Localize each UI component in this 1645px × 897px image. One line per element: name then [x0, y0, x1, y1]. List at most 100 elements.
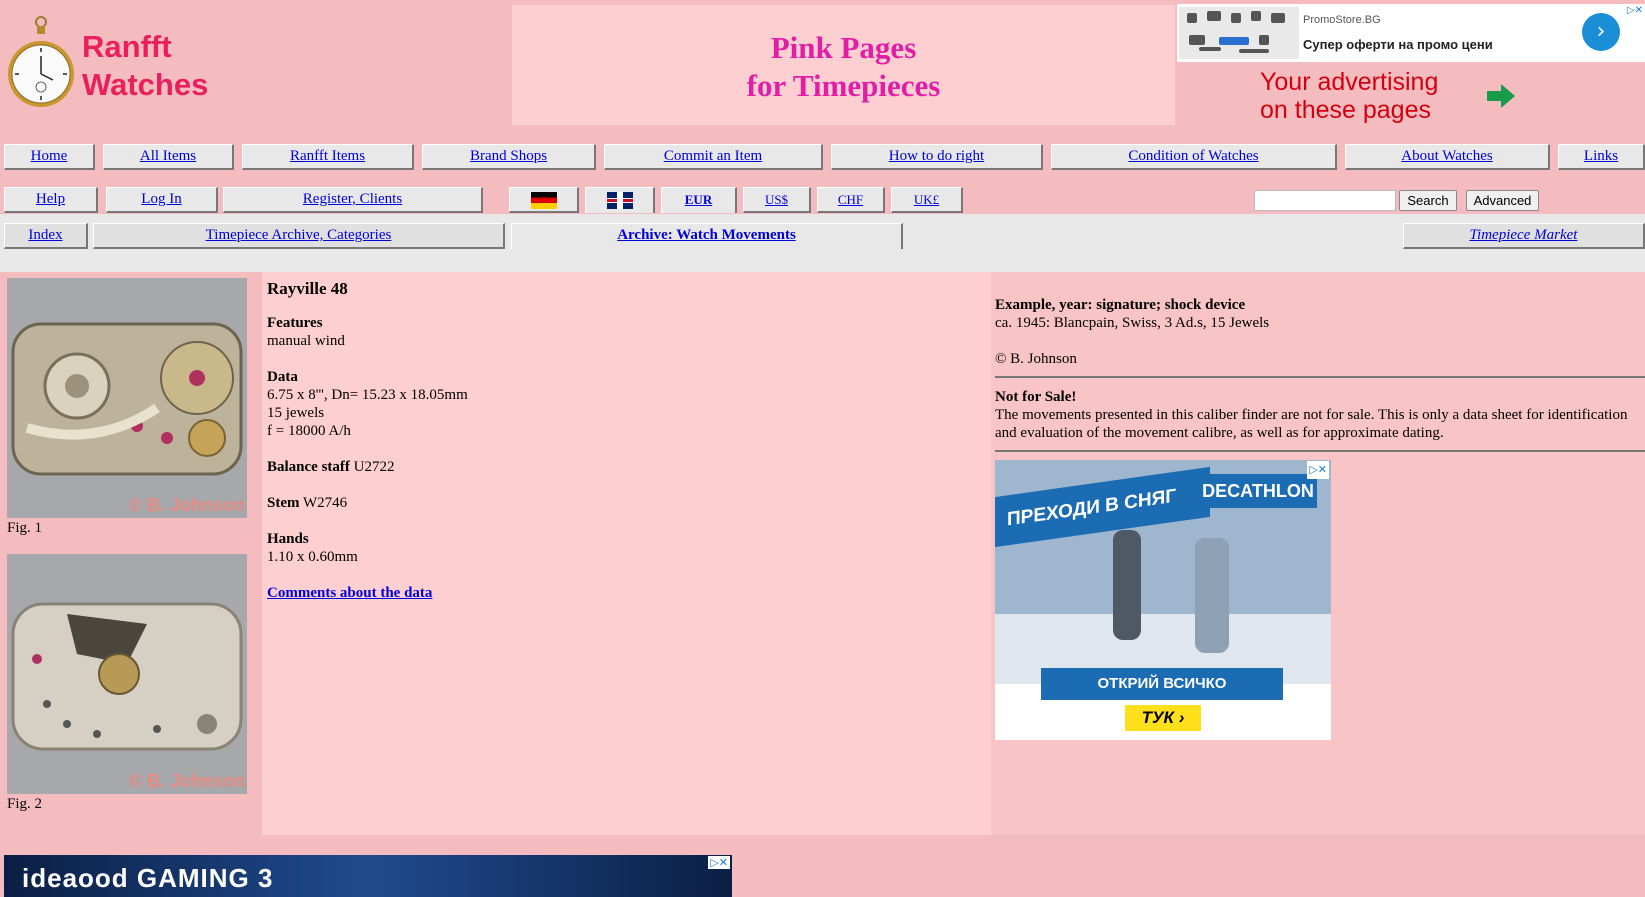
ad-brand: PromoStore.BG — [1303, 14, 1381, 26]
tab-condition-of-watches[interactable]: Condition of Watches — [1051, 144, 1337, 170]
currency-ukp-link[interactable]: UK£ — [914, 192, 939, 207]
example-text: ca. 1945: Blancpain, Swiss, 3 Ad.s, 15 J… — [995, 315, 1270, 331]
data-label: Data — [267, 369, 298, 385]
tab-register-clients-link[interactable]: Register, Clients — [303, 191, 402, 207]
figure-1-caption: Fig. 1 — [7, 520, 43, 536]
ad-person-2 — [1195, 538, 1229, 653]
advanced-search-button[interactable]: Advanced — [1466, 190, 1539, 211]
balance-staff-label: Balance staff — [267, 459, 350, 475]
site-title-line-2: for Timepieces — [746, 68, 941, 103]
figure-2-watermark: © B. Johnson — [128, 771, 245, 791]
brand-line-1: Ranfft — [82, 29, 172, 64]
tab-index[interactable]: Index — [4, 223, 88, 249]
currency-eur-link[interactable]: EUR — [685, 192, 712, 207]
green-arrow-icon[interactable] — [1487, 84, 1515, 108]
tab-login[interactable]: Log In — [106, 187, 218, 213]
ad-headline[interactable]: Супер оферти на промо цени — [1303, 37, 1493, 52]
tab-help-link[interactable]: Help — [36, 191, 65, 207]
tab-commit-item-link[interactable]: Commit an Item — [664, 148, 762, 164]
uk-flag-icon[interactable] — [606, 192, 633, 209]
ad-choices-close-icon[interactable]: ▷✕ — [1627, 5, 1643, 16]
tab-links[interactable]: Links — [1558, 144, 1645, 170]
pocket-watch-logo — [8, 16, 74, 107]
figure-1-image[interactable]: © B. Johnson — [7, 278, 247, 518]
tab-home[interactable]: Home — [4, 144, 95, 170]
tab-archive-categories-link[interactable]: Timepiece Archive, Categories — [206, 227, 392, 243]
german-flag-icon[interactable] — [530, 192, 557, 209]
tab-about-watches[interactable]: About Watches — [1345, 144, 1550, 170]
tab-links-link[interactable]: Links — [1584, 148, 1618, 164]
tab-currency-usd[interactable]: US$ — [743, 187, 811, 213]
tab-archive-categories[interactable]: Timepiece Archive, Categories — [93, 223, 505, 249]
tab-commit-item[interactable]: Commit an Item — [604, 144, 823, 170]
ad-cta-button[interactable]: ТУК › — [1125, 705, 1201, 731]
example-label: Example, year: signature; shock device — [995, 297, 1246, 313]
balance-staff-value: U2722 — [353, 459, 395, 475]
stem-label: Stem — [267, 495, 300, 511]
features-value: manual wind — [267, 333, 345, 349]
tab-about-watches-link[interactable]: About Watches — [1401, 148, 1492, 164]
ad-close-icon[interactable]: ▷✕ — [1307, 461, 1329, 479]
tab-how-to-do-right[interactable]: How to do right — [831, 144, 1043, 170]
movement-name: Rayville 48 — [267, 279, 348, 298]
currency-usd-link[interactable]: US$ — [765, 192, 788, 207]
not-for-sale-text: The movements presented in this caliber … — [995, 407, 1628, 441]
bottom-ad-close-icon[interactable]: ▷✕ — [708, 856, 730, 869]
tab-german-language[interactable] — [509, 187, 579, 213]
tab-currency-chf[interactable]: CHF — [817, 187, 885, 213]
tab-condition-of-watches-link[interactable]: Condition of Watches — [1128, 148, 1258, 164]
tab-register-clients[interactable]: Register, Clients — [223, 187, 483, 213]
advertising-line-1: Your advertising — [1260, 68, 1439, 96]
advertising-offer[interactable]: Your advertising on these pages — [1260, 68, 1438, 124]
features-label: Features — [267, 315, 323, 331]
tab-login-link[interactable]: Log In — [141, 191, 181, 207]
example-copyright: © B. Johnson — [995, 351, 1077, 367]
data-jewels: 15 jewels — [267, 405, 325, 421]
bottom-advertisement[interactable]: ideaood GAMING 3 ▷✕ — [4, 855, 732, 897]
comments-link[interactable]: Comments about the data — [267, 585, 432, 601]
ad-person-1 — [1113, 530, 1141, 640]
site-title-line-1: Pink Pages — [770, 30, 917, 65]
data-block: Data 6.75 x 8''', Dn= 15.23 x 18.05mm 15… — [267, 368, 986, 440]
figure-2-image[interactable]: © B. Johnson — [7, 554, 247, 794]
hands-block: Hands 1.10 x 0.60mm — [267, 530, 986, 566]
data-frequency: f = 18000 A/h — [267, 423, 351, 439]
hands-value: 1.10 x 0.60mm — [267, 549, 358, 565]
figures-column: © B. Johnson Fig. 1 © B. Johnson Fig. 2 — [4, 272, 260, 835]
tab-currency-ukp[interactable]: UK£ — [891, 187, 963, 213]
ad-arrow-icon[interactable]: › — [1582, 13, 1620, 51]
hands-label: Hands — [267, 531, 309, 547]
ad-logo: DECATHLON — [1199, 474, 1317, 508]
tab-timepiece-market[interactable]: Timepiece Market — [1403, 223, 1645, 249]
tab-index-link[interactable]: Index — [28, 227, 62, 243]
tab-currency-eur[interactable]: EUR — [661, 187, 737, 213]
search-button[interactable]: Search — [1399, 190, 1457, 211]
stem-value: W2746 — [302, 495, 348, 511]
ad-banner-text: ПРЕХОДИ В СНЯГ — [995, 466, 1210, 548]
tab-home-link[interactable]: Home — [31, 148, 68, 164]
brand-name: Ranfft Watches — [82, 28, 208, 104]
divider-2 — [995, 450, 1645, 452]
site-title-box: Pink Pages for Timepieces — [512, 5, 1175, 125]
figure-1-watermark: © B. Johnson — [128, 495, 245, 515]
currency-chf-link[interactable]: CHF — [838, 192, 863, 207]
tab-english-language[interactable] — [585, 187, 655, 213]
not-for-sale-label: Not for Sale! — [995, 389, 1077, 405]
tab-brand-shops-link[interactable]: Brand Shops — [470, 148, 547, 164]
tab-how-to-do-right-link[interactable]: How to do right — [889, 148, 984, 164]
top-advertisement[interactable]: PromoStore.BG Супер оферти на промо цени… — [1177, 4, 1645, 62]
tab-timepiece-market-link[interactable]: Timepiece Market — [1470, 227, 1578, 243]
search-input[interactable] — [1254, 190, 1396, 211]
tab-archive-movements-link[interactable]: Archive: Watch Movements — [617, 227, 796, 243]
decathlon-advertisement[interactable]: ПРЕХОДИ В СНЯГ DECATHLON ОТКРИЙ ВСИЧКО Н… — [995, 460, 1331, 740]
comments-block: Comments about the data — [267, 584, 986, 602]
tab-ranfft-items[interactable]: Ranfft Items — [242, 144, 414, 170]
tab-archive-movements[interactable]: Archive: Watch Movements — [511, 223, 903, 249]
tab-all-items-link[interactable]: All Items — [140, 148, 196, 164]
tab-ranfft-items-link[interactable]: Ranfft Items — [290, 148, 365, 164]
tab-help[interactable]: Help — [4, 187, 98, 213]
info-column: Example, year: signature; shock device c… — [991, 272, 1645, 835]
tab-all-items[interactable]: All Items — [103, 144, 234, 170]
tab-brand-shops[interactable]: Brand Shops — [422, 144, 596, 170]
ad-slogan: ОТКРИЙ ВСИЧКО НЕОБХОДИМО — [1041, 668, 1283, 724]
